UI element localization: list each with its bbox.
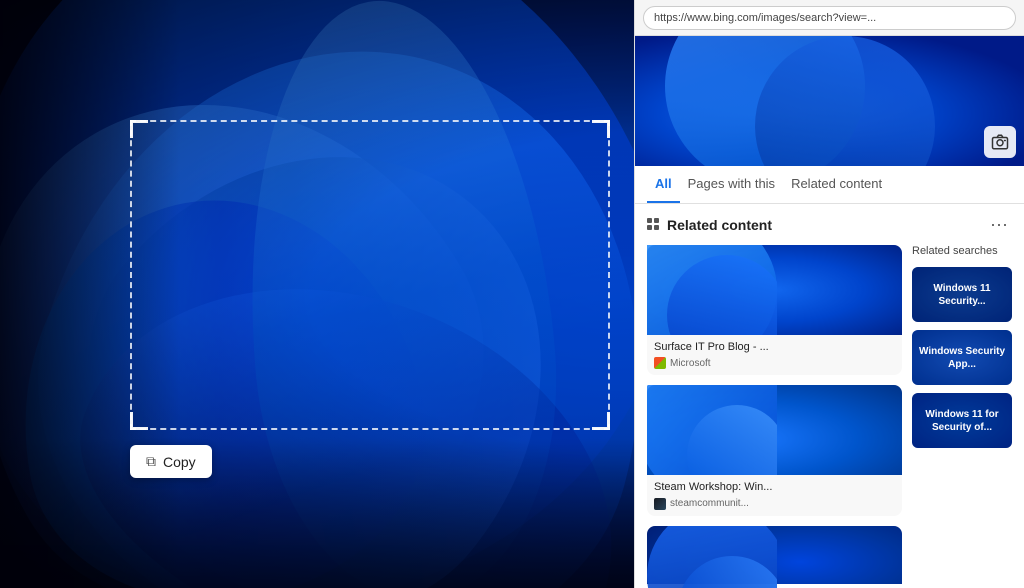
address-box[interactable]: https://www.bing.com/images/search?view=…: [643, 6, 1016, 30]
card-image-1: [647, 245, 902, 335]
card-source-name-1: Microsoft: [670, 358, 711, 369]
bottom-shadow: [0, 438, 634, 588]
card-source-name-2: steamcommunit...: [670, 498, 749, 509]
section-title: Related content: [647, 217, 772, 233]
more-options-button[interactable]: ···: [986, 214, 1012, 235]
browser-content: All Pages with this Related content: [635, 36, 1024, 588]
content-layout: Surface IT Pro Blog - ... Microsoft: [647, 245, 1012, 584]
grid-dot-4: [654, 225, 659, 230]
microsoft-favicon: [654, 357, 666, 369]
search-label-2: Windows Security App...: [912, 330, 1012, 385]
copy-icon: ⧉: [146, 453, 156, 470]
search-card-1[interactable]: Windows 11 Security...: [912, 267, 1012, 322]
address-bar: https://www.bing.com/images/search?view=…: [635, 0, 1024, 36]
camera-icon: [991, 133, 1009, 151]
card-img-3-overlay: [647, 526, 777, 584]
related-section: Related content ···: [635, 204, 1024, 584]
card-img-2-overlay: [647, 385, 777, 475]
grid-icon: [647, 218, 661, 232]
card-info-2: Steam Workshop: Win... steamcommunit...: [647, 475, 902, 515]
cards-list: Surface IT Pro Blog - ... Microsoft: [647, 245, 902, 584]
browser-panel: https://www.bing.com/images/search?view=…: [634, 0, 1024, 588]
card-dribbble[interactable]: Windows 11 Wallpar... dribbble.com: [647, 526, 902, 584]
card-steam[interactable]: Steam Workshop: Win... steamcommunit...: [647, 385, 902, 515]
card-image-2: [647, 385, 902, 475]
search-label-1: Windows 11 Security...: [912, 267, 1012, 322]
search-header: Related searches: [912, 245, 1012, 257]
card-title-1: Surface IT Pro Blog - ...: [654, 340, 895, 354]
steam-favicon: [654, 498, 666, 510]
search-card-3[interactable]: Windows 11 for Security of...: [912, 393, 1012, 448]
tabs-row: All Pages with this Related content: [635, 166, 1024, 204]
card-source-2: steamcommunit...: [654, 498, 895, 510]
grid-dot-1: [647, 218, 652, 223]
camera-search-button[interactable]: [984, 126, 1016, 158]
copy-button[interactable]: ⧉ Copy: [130, 445, 212, 478]
grid-dot-2: [654, 218, 659, 223]
card-surface-it[interactable]: Surface IT Pro Blog - ... Microsoft: [647, 245, 902, 375]
image-preview: [635, 36, 1024, 166]
tab-related-content[interactable]: Related content: [783, 166, 890, 203]
card-title-2: Steam Workshop: Win...: [654, 480, 895, 494]
card-info-1: Surface IT Pro Blog - ... Microsoft: [647, 335, 902, 375]
card-image-3: [647, 526, 902, 584]
card-img-overlay: [647, 245, 777, 335]
section-header: Related content ···: [647, 214, 1012, 235]
tab-all[interactable]: All: [647, 166, 680, 203]
tab-pages-with-this[interactable]: Pages with this: [680, 166, 783, 203]
search-card-2[interactable]: Windows Security App...: [912, 330, 1012, 385]
grid-dot-3: [647, 225, 652, 230]
copy-label: Copy: [163, 454, 196, 470]
address-text: https://www.bing.com/images/search?view=…: [654, 12, 876, 24]
related-searches: Related searches Windows 11 Security... …: [912, 245, 1012, 584]
card-source-1: Microsoft: [654, 357, 895, 369]
search-label-3: Windows 11 for Security of...: [912, 393, 1012, 448]
